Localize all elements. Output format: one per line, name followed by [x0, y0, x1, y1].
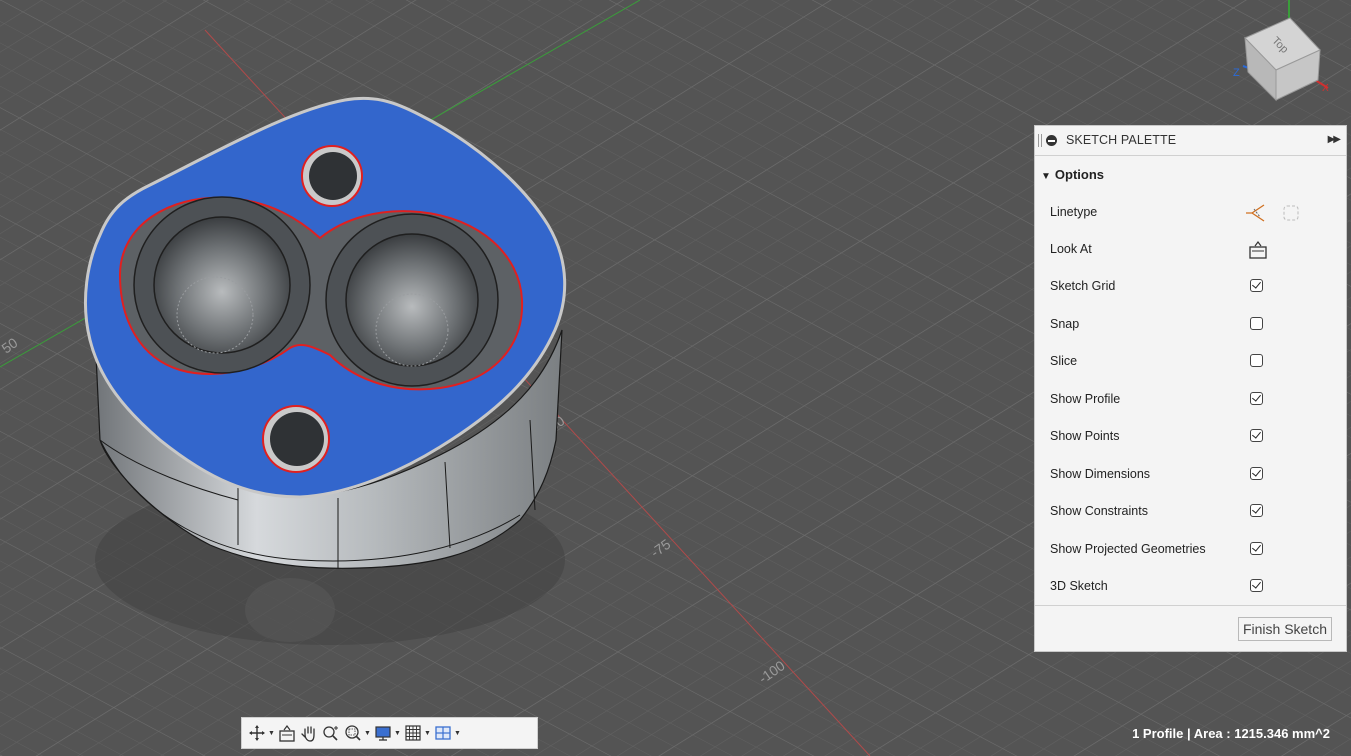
- chevron-down-icon[interactable]: ▼: [424, 730, 432, 737]
- triangle-down-icon: ▼: [1041, 171, 1051, 182]
- option-slice: Slice: [1050, 352, 1340, 372]
- close-icon[interactable]: [1046, 135, 1057, 146]
- view-cube-z-label: Z: [1233, 67, 1240, 79]
- sketch-palette: SKETCH PALETTE ▶▶ ▼ Options Linetype Look…: [1034, 125, 1347, 652]
- drag-handle-icon[interactable]: [1038, 134, 1042, 147]
- option-label: Show Profile: [1050, 392, 1121, 406]
- show-projected-geometries-checkbox[interactable]: [1250, 542, 1263, 555]
- options-section-label: Options: [1054, 167, 1105, 182]
- option-show-constraints: Show Constraints: [1050, 502, 1340, 522]
- sketch-grid-checkbox[interactable]: [1250, 279, 1263, 292]
- palette-header: SKETCH PALETTE ▶▶: [1035, 126, 1346, 156]
- grid-settings-icon[interactable]: [402, 722, 424, 744]
- right-bore-hole: [345, 233, 479, 367]
- finish-sketch-button[interactable]: Finish Sketch: [1237, 617, 1332, 641]
- snap-checkbox[interactable]: [1250, 317, 1263, 330]
- top-mounting-hole-inner: [309, 152, 357, 200]
- option-look-at: Look At: [1050, 240, 1340, 260]
- option-show-profile: Show Profile: [1050, 390, 1340, 410]
- look-at-icon[interactable]: [1248, 240, 1268, 260]
- option-show-projected-geometries: Show Projected Geometries: [1050, 540, 1340, 560]
- slice-checkbox[interactable]: [1250, 354, 1263, 367]
- show-dimensions-checkbox[interactable]: [1250, 467, 1263, 480]
- option-linetype: Linetype: [1050, 203, 1340, 223]
- option-label: Slice: [1050, 354, 1078, 368]
- model-shadow-hole: [245, 578, 335, 642]
- view-cube-x-label: X: [1322, 83, 1329, 94]
- option-show-dimensions: Show Dimensions: [1050, 465, 1340, 485]
- option-label: Show Dimensions: [1050, 467, 1151, 481]
- show-constraints-checkbox[interactable]: [1250, 504, 1263, 517]
- 3d-sketch-checkbox[interactable]: [1250, 579, 1263, 592]
- chevron-down-icon[interactable]: ▼: [454, 730, 462, 737]
- option-label: Show Projected Geometries: [1050, 542, 1206, 556]
- option-sketch-grid: Sketch Grid: [1050, 277, 1340, 297]
- display-settings-icon[interactable]: [372, 722, 394, 744]
- show-points-checkbox[interactable]: [1250, 429, 1263, 442]
- option-label: Look At: [1050, 242, 1092, 256]
- show-profile-checkbox[interactable]: [1250, 392, 1263, 405]
- viewports-icon[interactable]: [432, 722, 454, 744]
- look-at-icon[interactable]: [276, 722, 298, 744]
- option-3d-sketch: 3D Sketch: [1050, 577, 1340, 597]
- option-label: Show Points: [1050, 429, 1120, 443]
- option-label: Show Constraints: [1050, 504, 1148, 518]
- construction-line-icon[interactable]: [1246, 204, 1265, 222]
- fit-icon[interactable]: [342, 722, 364, 744]
- option-label: Snap: [1050, 317, 1080, 331]
- centerline-icon[interactable]: [1283, 205, 1299, 221]
- chevron-down-icon[interactable]: ▼: [268, 730, 276, 737]
- options-section-toggle[interactable]: ▼ Options: [1041, 167, 1104, 182]
- linetype-icons: [1246, 204, 1299, 222]
- chevron-down-icon[interactable]: ▼: [364, 730, 372, 737]
- option-snap: Snap: [1050, 315, 1340, 335]
- zoom-icon[interactable]: [320, 722, 342, 744]
- option-show-points: Show Points: [1050, 427, 1340, 447]
- chevron-down-icon[interactable]: ▼: [394, 730, 402, 737]
- profile-area-status: 1 Profile | Area : 1215.346 mm^2: [1132, 726, 1330, 741]
- option-label: Sketch Grid: [1050, 279, 1116, 293]
- expand-icon[interactable]: ▶▶: [1328, 134, 1341, 145]
- navigation-toolbar: ▼ ▼ ▼ ▼ ▼: [241, 717, 538, 749]
- bottom-mounting-hole-inner: [270, 412, 324, 466]
- orbit-icon[interactable]: [246, 722, 268, 744]
- palette-footer: Finish Sketch: [1035, 605, 1346, 651]
- pan-icon[interactable]: [298, 722, 320, 744]
- left-bore-hole: [153, 216, 291, 354]
- palette-title: SKETCH PALETTE: [1066, 133, 1177, 147]
- option-label: 3D Sketch: [1050, 579, 1108, 593]
- option-label: Linetype: [1050, 205, 1098, 219]
